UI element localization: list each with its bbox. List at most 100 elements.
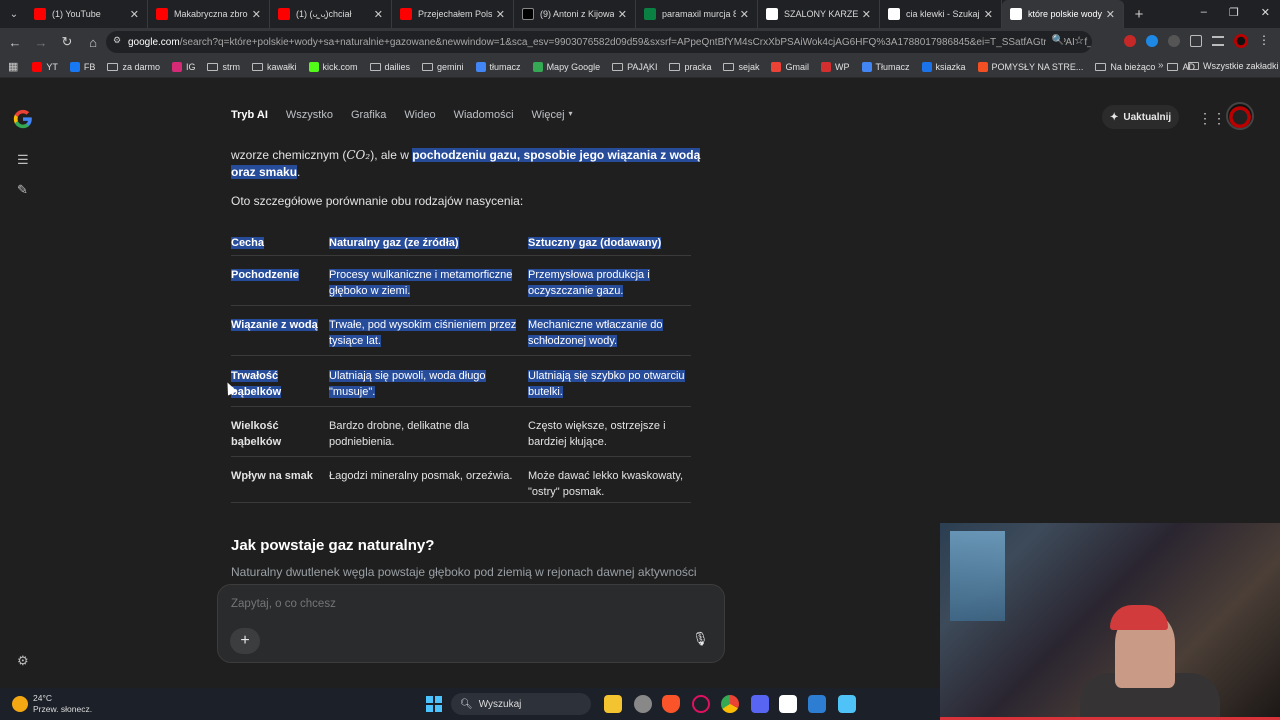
- folder-icon: [207, 62, 219, 71]
- intro-text-mid: ), ale w: [370, 148, 413, 162]
- close-tab-icon[interactable]: ✕: [740, 8, 749, 21]
- intro-end: .: [297, 165, 301, 179]
- bookmark-5[interactable]: kawałki: [251, 62, 297, 72]
- close-tab-icon[interactable]: ✕: [496, 8, 505, 21]
- ask-input[interactable]: [231, 598, 631, 610]
- new-tab-button[interactable]: +: [1128, 3, 1150, 25]
- bookmark-3[interactable]: IG: [171, 61, 196, 72]
- bookmark-6[interactable]: kick.com: [308, 61, 358, 72]
- nav-tab-5[interactable]: Więcej: [532, 109, 565, 121]
- tab-6[interactable]: SZALONY KARZEŁ PC ✕: [758, 0, 880, 28]
- windows-start-icon[interactable]: [426, 696, 442, 712]
- bookmark-2[interactable]: za darmo: [107, 62, 160, 72]
- reload-button[interactable]: ↻: [56, 31, 78, 53]
- nav-tab-0[interactable]: Tryb AI: [231, 109, 268, 121]
- tab-8[interactable]: które polskie wody s ✕: [1002, 0, 1124, 28]
- tab-4[interactable]: (9) Antoni z Kijowa w ✕: [514, 0, 636, 28]
- back-button[interactable]: ←: [4, 31, 26, 53]
- bookmark-star-icon[interactable]: ☆: [1074, 34, 1084, 47]
- tab-search-chevron-icon[interactable]: ⌄: [2, 3, 26, 25]
- app-icon-8[interactable]: [808, 695, 826, 713]
- discord-icon[interactable]: [751, 695, 769, 713]
- address-bar[interactable]: ⚙ google.com/search?q=które+polskie+wody…: [106, 31, 1092, 53]
- bookmarks-overflow-chevron-icon[interactable]: »: [1158, 60, 1164, 71]
- menu-lines-icon[interactable]: ☰: [17, 152, 29, 168]
- microphone-icon[interactable]: 🎙: [692, 631, 709, 647]
- bookmark-14[interactable]: Gmail: [771, 61, 809, 72]
- bookmark-15[interactable]: WP: [821, 61, 850, 72]
- folder-icon: [422, 62, 434, 71]
- new-chat-edit-icon[interactable]: ✎: [17, 182, 28, 198]
- bookmark-16[interactable]: Tłumacz: [861, 61, 910, 72]
- app-icon-2[interactable]: [634, 695, 652, 713]
- bookmark-9[interactable]: tłumacz: [475, 61, 521, 72]
- close-tab-icon[interactable]: ✕: [374, 8, 383, 21]
- bookmark-10[interactable]: Mapy Google: [532, 61, 600, 72]
- nav-tab-3[interactable]: Wideo: [404, 109, 435, 121]
- bookmark-11[interactable]: PAJĄKI: [612, 62, 657, 72]
- brave-browser-icon[interactable]: [662, 695, 680, 713]
- intro-paragraph: wzorze chemicznym (CO₂), ale w pochodzen…: [231, 147, 711, 181]
- tab-0[interactable]: (1) YouTube ✕: [26, 0, 148, 28]
- bookmark-12[interactable]: pracka: [669, 62, 711, 72]
- table-cell: Mechaniczne wtłaczanie do schłodzonej wo…: [528, 317, 693, 349]
- tab-3[interactable]: Przejechałem Polskę ✕: [392, 0, 514, 28]
- bookmark-7[interactable]: dailies: [369, 62, 410, 72]
- home-button[interactable]: ⌂: [82, 31, 104, 53]
- close-window-button[interactable]: ✕: [1261, 6, 1270, 19]
- profile-avatar[interactable]: [1234, 34, 1248, 48]
- upgrade-button[interactable]: ✦ Uaktualnij: [1102, 105, 1180, 129]
- tab-5[interactable]: paramaxil murcja 80 ✕: [636, 0, 758, 28]
- close-tab-icon[interactable]: ✕: [130, 8, 139, 21]
- bookmark-17[interactable]: ksiazka: [921, 61, 966, 72]
- bookmark-1[interactable]: FB: [69, 61, 95, 72]
- close-tab-icon[interactable]: ✕: [862, 8, 871, 21]
- account-avatar[interactable]: [1226, 102, 1254, 130]
- opera-icon[interactable]: [692, 695, 710, 713]
- all-bookmarks-folder[interactable]: Wszystkie zakładki: [1188, 61, 1279, 71]
- tab-7[interactable]: cia klewki - Szukaj w ✕: [880, 0, 1002, 28]
- tab-2[interactable]: (1) (ᴗ͈ˬᴗ͈)chciał ✕: [270, 0, 392, 28]
- google-logo[interactable]: [12, 108, 34, 136]
- bookmark-0[interactable]: YT: [32, 61, 58, 72]
- apps-grid-icon[interactable]: ▦: [8, 60, 18, 73]
- bookmark-label: gemini: [437, 61, 464, 72]
- close-tab-icon[interactable]: ✕: [252, 8, 261, 21]
- minimize-window-button[interactable]: –: [1201, 6, 1207, 19]
- chrome-icon[interactable]: [721, 695, 739, 713]
- settings-gear-icon[interactable]: ⚙: [17, 653, 29, 669]
- tab-1[interactable]: Makabryczna zbrodni ✕: [148, 0, 270, 28]
- nav-tab-1[interactable]: Wszystko: [286, 109, 333, 121]
- capcut-icon[interactable]: [779, 695, 797, 713]
- site-info-icon[interactable]: ⚙: [113, 35, 121, 46]
- taskbar-search[interactable]: 🔍︎ Wyszukaj: [451, 693, 591, 715]
- extension-icon-2[interactable]: [1146, 35, 1158, 47]
- record-extension-icon[interactable]: [1124, 35, 1136, 47]
- close-tab-icon[interactable]: ✕: [618, 8, 627, 21]
- tab-title: (1) YouTube: [52, 9, 101, 19]
- browser-menu-icon[interactable]: ⋮: [1258, 33, 1270, 48]
- x-icon: [522, 8, 534, 20]
- close-tab-icon[interactable]: ✕: [1106, 8, 1115, 21]
- extensions-puzzle-icon[interactable]: [1190, 35, 1202, 47]
- bookmark-4[interactable]: strm: [207, 62, 240, 72]
- weather-widget[interactable]: 24°C Przew. słonecz.: [12, 693, 92, 715]
- bookmark-label: IG: [185, 61, 196, 72]
- bookmark-8[interactable]: gemini: [422, 62, 464, 72]
- bookmark-19[interactable]: Na bieżąco: [1095, 62, 1155, 72]
- table-cell: Może dawać lekko kwaskowaty, "ostry" pos…: [528, 468, 693, 500]
- media-control-icon[interactable]: [1212, 36, 1224, 46]
- maximize-window-button[interactable]: ❐: [1229, 6, 1239, 19]
- extension-icon-3[interactable]: [1168, 35, 1180, 47]
- nav-tab-2[interactable]: Grafika: [351, 109, 386, 121]
- bookmark-18[interactable]: POMYSŁY NA STRE...: [977, 61, 1083, 72]
- nav-tab-4[interactable]: Wiadomości: [454, 109, 514, 121]
- close-tab-icon[interactable]: ✕: [984, 8, 993, 21]
- file-explorer-icon[interactable]: [604, 695, 622, 713]
- url-host: google.com: [128, 36, 180, 48]
- notepad-icon[interactable]: [838, 695, 856, 713]
- add-attachment-button[interactable]: +: [230, 628, 260, 654]
- bookmark-13[interactable]: sejak: [723, 62, 759, 72]
- zoom-icon[interactable]: 🔍: [1045, 35, 1064, 46]
- forward-button[interactable]: →: [30, 31, 52, 53]
